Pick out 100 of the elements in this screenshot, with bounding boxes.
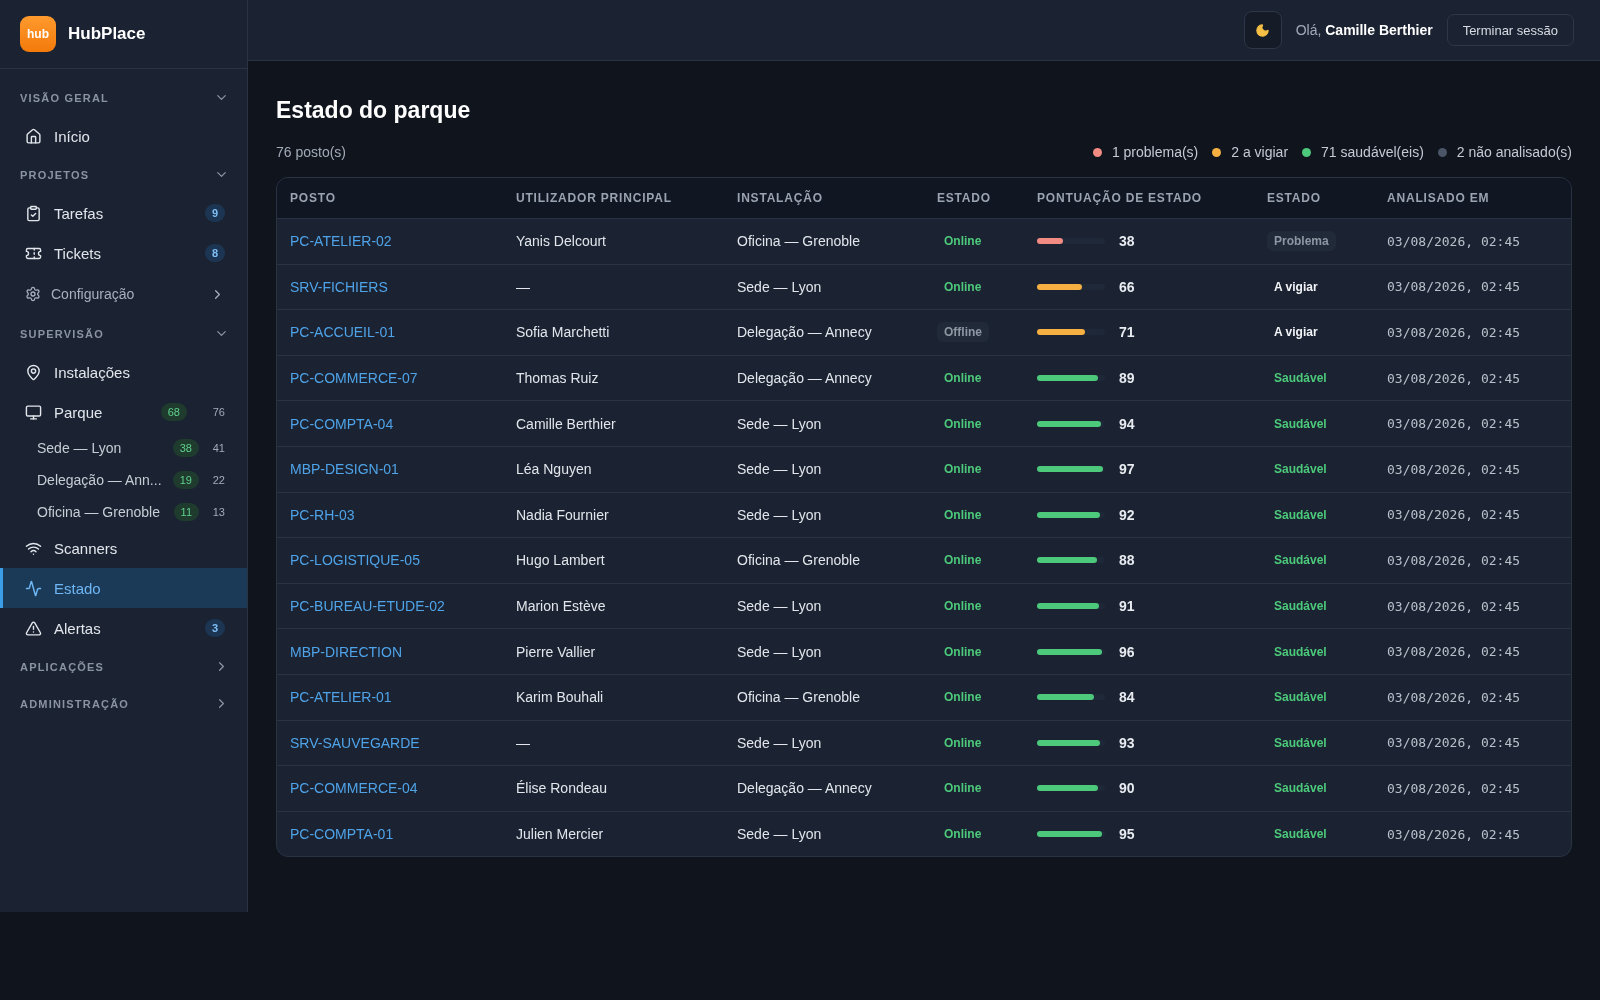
nav-label: Parque: [54, 403, 104, 421]
health-status: Problema: [1267, 231, 1336, 252]
connection-status: Online: [943, 598, 983, 616]
host-link[interactable]: PC-ATELIER-02: [290, 233, 392, 250]
host-link[interactable]: PC-BUREAU-ETUDE-02: [290, 598, 445, 615]
connection-status: Online: [943, 278, 983, 296]
score-value: 94: [1119, 415, 1135, 432]
nav-item[interactable]: Instalações: [0, 352, 247, 392]
health-status: A vigiar: [1273, 278, 1319, 296]
total-count: 41: [211, 442, 225, 454]
nav-label: Scanners: [54, 539, 119, 557]
legend-label: 2 não analisado(s): [1456, 144, 1572, 160]
user-cell-text: Julien Mercier: [516, 826, 605, 842]
user-cell-text: Hugo Lambert: [516, 552, 606, 569]
section-header[interactable]: APLICAÇÕES: [0, 648, 247, 685]
connection-status: Online: [943, 506, 983, 524]
host-link[interactable]: PC-ATELIER-01: [290, 689, 392, 706]
total-count: 22: [211, 474, 225, 486]
site-cell-text: Sede — Lyon: [737, 461, 823, 478]
legend-label: 71 saudável(eis): [1321, 144, 1424, 160]
nav-label: Estado: [54, 579, 102, 597]
site-cell-text: Sede — Lyon: [737, 278, 823, 295]
nav-label: Tickets: [54, 244, 102, 262]
connection-status: Online: [943, 643, 983, 661]
column-header: ESTADO: [1267, 191, 1322, 205]
monitor-icon: [25, 403, 42, 421]
site-cell-text: Sede — Lyon: [737, 506, 823, 523]
nav-item[interactable]: Scanners: [0, 528, 247, 568]
nav-subitem[interactable]: Delegação — Ann... 19 22: [0, 464, 247, 496]
connection-status: Online: [943, 370, 983, 388]
column-header: INSTALAÇÃO: [737, 191, 824, 205]
host-link[interactable]: PC-COMPTA-04: [290, 415, 394, 432]
site-cell-text: Delegação — Annecy: [737, 780, 873, 797]
section-header[interactable]: ADMINISTRAÇÃO: [0, 685, 247, 722]
warning-icon: [25, 619, 42, 637]
legend-label: 1 problema(s): [1111, 144, 1199, 160]
user-cell-text: Karim Bouhali: [516, 689, 605, 706]
nav-subitem[interactable]: Sede — Lyon 38 41: [0, 432, 247, 464]
scan-time: 03/08/2026, 02:45: [1387, 507, 1522, 523]
logout-button[interactable]: Terminar sessão: [1446, 14, 1574, 46]
score-value: 93: [1119, 734, 1135, 751]
host-link[interactable]: MBP-DIRECTION: [290, 643, 402, 660]
user-cell-text: Sofia Marchetti: [516, 324, 611, 341]
user-cell-text: —: [516, 734, 531, 751]
nav-label: Início: [54, 127, 91, 145]
nav-item[interactable]: Parque 68 76: [0, 392, 247, 432]
scan-time: 03/08/2026, 02:45: [1387, 325, 1522, 340]
score-value: 91: [1119, 598, 1135, 615]
site-cell-text: Delegação — Annecy: [737, 324, 873, 341]
site-cell-text: Delegação — Annecy: [737, 370, 873, 387]
clipboard-icon: [25, 204, 42, 222]
score-value: 38: [1119, 233, 1135, 250]
host-link[interactable]: SRV-SAUVEGARDE: [290, 734, 420, 751]
score-value: 89: [1119, 370, 1135, 387]
section-header[interactable]: PROJETOS: [0, 156, 247, 193]
site-cell-text: Sede — Lyon: [737, 415, 823, 432]
theme-toggle[interactable]: [1243, 11, 1282, 49]
section-header[interactable]: SUPERVISÃO: [0, 315, 247, 352]
scan-time: 03/08/2026, 02:45: [1387, 416, 1522, 432]
host-link[interactable]: MBP-DESIGN-01: [290, 461, 399, 478]
site-cell-text: Sede — Lyon: [737, 643, 823, 660]
health-status: Saudável: [1273, 826, 1328, 843]
connection-status: Online: [943, 552, 983, 570]
column-header: PONTUAÇÃO DE ESTADO: [1037, 191, 1203, 205]
user-cell-text: Yanis Delcourt: [516, 233, 607, 250]
section-header[interactable]: VISÃO GERAL: [0, 79, 247, 116]
nav-label: Oficina — Grenoble: [37, 504, 161, 520]
host-link[interactable]: PC-RH-03: [290, 506, 355, 523]
user-cell-text: Nadia Fournier: [516, 506, 610, 523]
host-link[interactable]: PC-COMMERCE-07: [290, 370, 418, 387]
section-title: SUPERVISÃO: [20, 327, 104, 340]
host-link[interactable]: SRV-FICHIERS: [290, 278, 388, 295]
nav-item[interactable]: Tarefas 9: [0, 193, 247, 233]
scan-time: 03/08/2026, 02:45: [1387, 826, 1522, 842]
scan-time: 03/08/2026, 02:45: [1387, 598, 1522, 614]
score-value: 96: [1119, 643, 1135, 660]
home-icon: [25, 127, 42, 145]
settings-icon: [25, 286, 41, 302]
nav-label: Delegação — Ann...: [37, 472, 163, 488]
host-link[interactable]: PC-ACCUEIL-01: [290, 324, 396, 341]
connection-status: Online: [943, 233, 983, 251]
nav-group[interactable]: Configuração: [0, 273, 247, 315]
nav-item[interactable]: Estado: [0, 568, 247, 608]
nav-subitem[interactable]: Oficina — Grenoble 11 13: [0, 496, 247, 528]
health-status: Saudável: [1273, 734, 1328, 752]
connection-status: Online: [943, 734, 983, 752]
user-cell-text: Pierre Vallier: [516, 643, 597, 660]
user-cell-text: Camille Berthier: [516, 415, 617, 432]
nav-item[interactable]: Alertas 3: [0, 608, 247, 648]
health-status: Saudável: [1273, 370, 1328, 388]
health-status: Saudável: [1273, 506, 1328, 524]
host-link[interactable]: PC-COMPTA-01: [290, 826, 394, 842]
nav-item[interactable]: Início: [0, 116, 247, 156]
nav-item[interactable]: Tickets 8: [0, 233, 247, 273]
nav-label: Alertas: [54, 619, 102, 637]
host-link[interactable]: PC-LOGISTIQUE-05: [290, 552, 420, 569]
count-badge: 8: [205, 244, 225, 262]
scan-time: 03/08/2026, 02:45: [1387, 735, 1522, 751]
scan-time: 03/08/2026, 02:45: [1387, 279, 1522, 295]
host-link[interactable]: PC-COMMERCE-04: [290, 780, 418, 797]
